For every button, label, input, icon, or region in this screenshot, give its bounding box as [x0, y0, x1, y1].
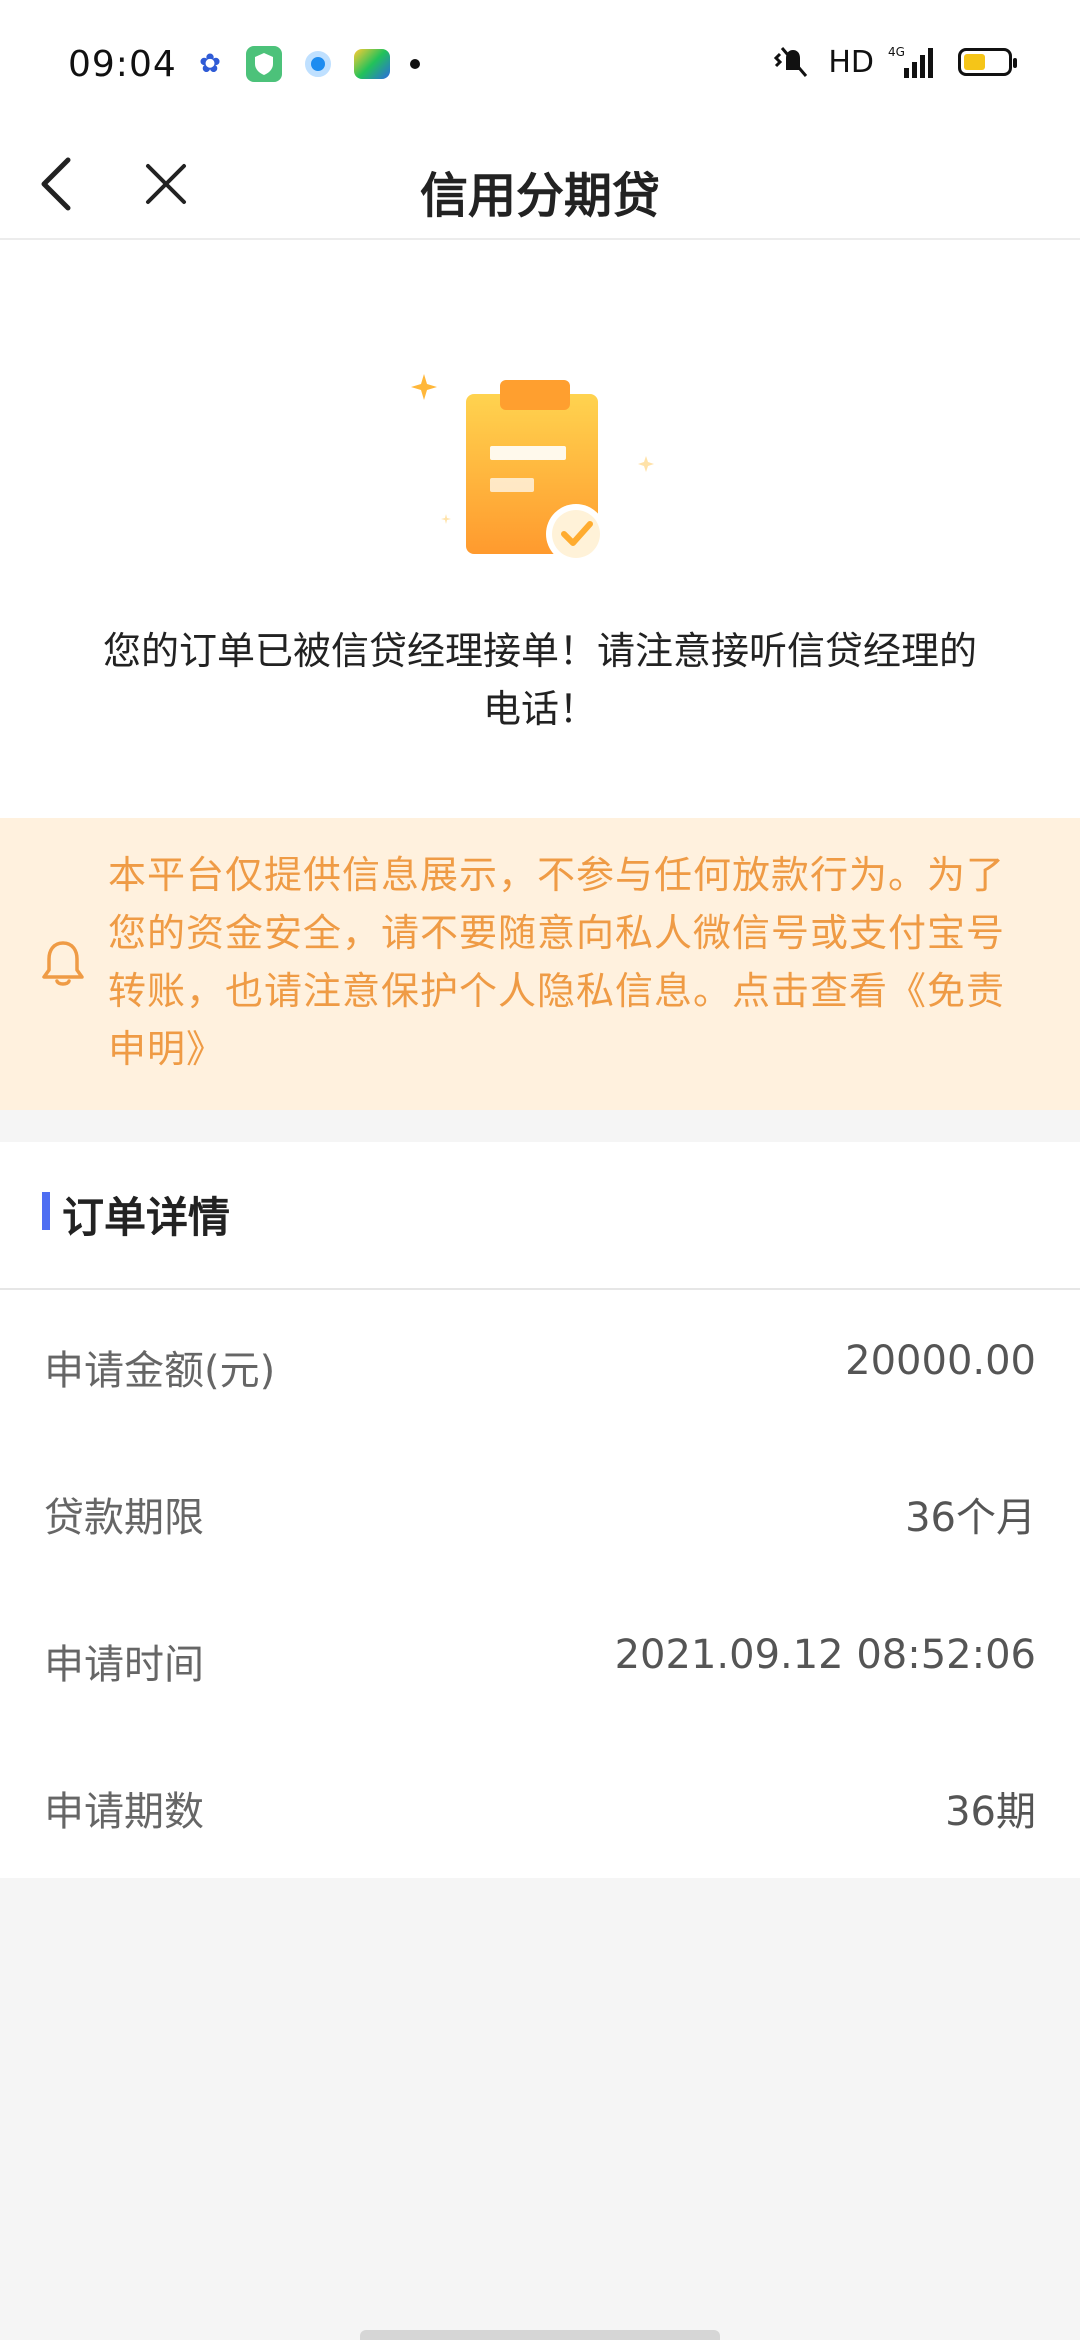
- success-section: 您的订单已被信贷经理接单！请注意接听信贷经理的 电话！: [0, 240, 1080, 818]
- success-message-line-1: 您的订单已被信贷经理接单！请注意接听信贷经理的: [102, 629, 977, 673]
- detail-row-term: 贷款期限 36个月: [0, 1437, 1080, 1584]
- detail-label: 贷款期限: [44, 1495, 204, 1541]
- success-message-line-2: 电话！: [482, 687, 597, 731]
- baidu-icon: ✿: [192, 46, 228, 82]
- battery-icon: [958, 48, 1017, 76]
- section-accent-bar: [42, 1192, 50, 1230]
- detail-row-amount: 申请金额(元) 20000.00: [0, 1290, 1080, 1437]
- detail-value: 36期: [945, 1789, 1036, 1835]
- circle-app-icon: [300, 46, 336, 82]
- security-shield-icon: [246, 46, 282, 82]
- detail-label: 申请期数: [44, 1789, 204, 1835]
- svg-text:4G: 4G: [888, 45, 905, 59]
- detail-label: 申请时间: [44, 1642, 204, 1688]
- order-details-title: 订单详情: [62, 1193, 231, 1242]
- status-time: 09:04: [68, 44, 177, 85]
- detail-value: 20000.00: [845, 1338, 1036, 1384]
- nav-bar: 信用分期贷: [0, 130, 1080, 240]
- status-bar: 09:04 ✿ HD 4G: [0, 0, 1080, 130]
- vibrate-mute-icon: [774, 47, 808, 77]
- success-message: 您的订单已被信贷经理接单！请注意接听信贷经理的 电话！: [80, 622, 1000, 738]
- bell-icon: [42, 941, 84, 986]
- detail-row-time: 申请时间 2021.09.12 08:52:06: [0, 1584, 1080, 1731]
- home-indicator[interactable]: [360, 2330, 720, 2340]
- disclaimer-notice[interactable]: 本平台仅提供信息展示，不参与任何放款行为。为了您的资金安全，请不要随意向私人微信…: [0, 818, 1080, 1110]
- video-app-icon: [354, 46, 390, 82]
- status-indicators: HD 4G: [772, 44, 1017, 80]
- clipboard-check-icon: [411, 374, 654, 564]
- page-title: 信用分期贷: [419, 168, 660, 224]
- order-details-header: 订单详情: [0, 1142, 1080, 1290]
- detail-value: 2021.09.12 08:52:06: [614, 1632, 1036, 1678]
- notification-dot-icon: [410, 59, 420, 69]
- detail-label: 申请金额(元): [44, 1348, 276, 1394]
- detail-row-installments: 申请期数 36期: [0, 1731, 1080, 1878]
- signal-4g-icon: 4G: [888, 45, 933, 78]
- detail-value: 36个月: [905, 1495, 1036, 1541]
- status-app-icons: ✿: [192, 46, 420, 82]
- network-hd-label: HD: [828, 44, 874, 80]
- order-details-card: 订单详情 申请金额(元) 20000.00 贷款期限 36个月 申请时间 202…: [0, 1142, 1080, 1878]
- disclaimer-text[interactable]: 本平台仅提供信息展示，不参与任何放款行为。为了您的资金安全，请不要随意向私人微信…: [108, 846, 1028, 1078]
